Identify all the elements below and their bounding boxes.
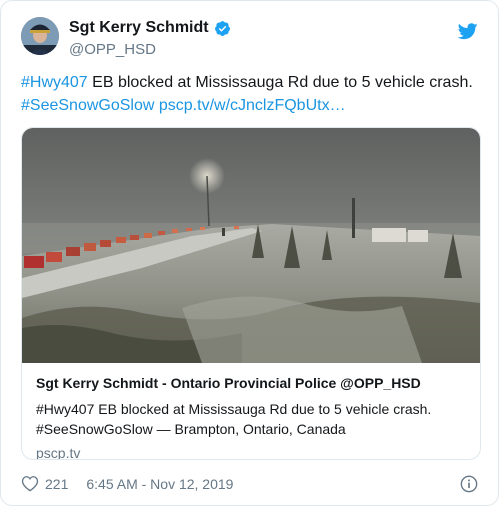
embedded-tweet: Sgt Kerry Schmidt @OPP_HSD #Hwy407 EB bl…	[0, 0, 499, 506]
card-description: #Hwy407 EB blocked at Mississauga Rd due…	[36, 399, 466, 439]
info-icon[interactable]	[460, 475, 478, 493]
hashtag-seesnowgoslow[interactable]: #SeeSnowGoSlow	[21, 97, 154, 114]
card-title[interactable]: Sgt Kerry Schmidt - Ontario Provincial P…	[36, 373, 466, 393]
card-domain: pscp.tv	[36, 445, 81, 460]
like-count[interactable]: 221	[45, 476, 68, 492]
timestamp[interactable]: 6:45 AM - Nov 12, 2019	[86, 476, 233, 492]
author-name[interactable]: Sgt Kerry Schmidt	[69, 19, 209, 37]
link-card[interactable]: Sgt Kerry Schmidt - Ontario Provincial P…	[21, 127, 481, 460]
tweet-footer: 221 6:45 AM - Nov 12, 2019	[21, 475, 233, 492]
hashtag-hwy407[interactable]: #Hwy407	[21, 74, 88, 91]
tweet-body: EB blocked at Mississauga Rd due to 5 ve…	[87, 74, 473, 91]
author-handle[interactable]: @OPP_HSD	[69, 41, 156, 58]
card-description-line-1: #Hwy407 EB blocked at Mississauga Rd due…	[36, 401, 432, 417]
avatar[interactable]	[21, 17, 59, 55]
heart-icon[interactable]	[21, 475, 39, 492]
twitter-bird-icon[interactable]	[458, 23, 478, 40]
card-description-line-2: #SeeSnowGoSlow — Brampton, Ontario, Cana…	[36, 421, 346, 437]
tweet-text: #Hwy407 EB blocked at Mississauga Rd due…	[21, 71, 491, 117]
tweet-link[interactable]: pscp.tv/w/cJnclzFQbUtx…	[159, 97, 346, 114]
card-image	[22, 128, 480, 363]
verified-badge-icon	[214, 20, 230, 36]
